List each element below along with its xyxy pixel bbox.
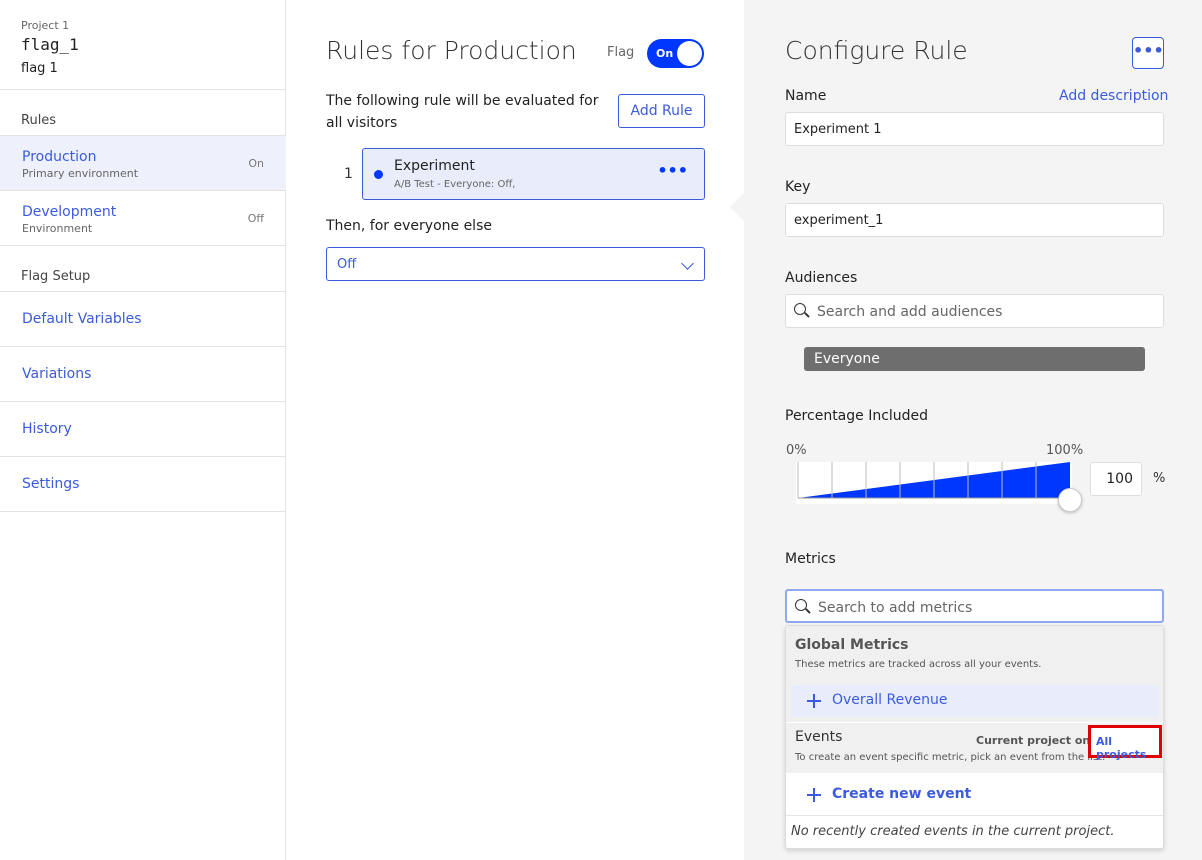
- name-label: Name: [785, 88, 827, 104]
- flag-key: flag_1: [21, 35, 79, 54]
- audiences-placeholder: Search and add audiences: [817, 304, 1003, 320]
- events-heading: Events: [795, 729, 843, 745]
- flag-toggle[interactable]: On: [647, 39, 704, 68]
- audiences-search-input[interactable]: Search and add audiences: [785, 294, 1164, 328]
- metrics-search-input[interactable]: Search to add metrics: [785, 589, 1164, 623]
- metrics-dropdown: Global Metrics These metrics are tracked…: [785, 625, 1164, 849]
- sidebar-item-default-variables[interactable]: Default Variables: [0, 292, 286, 347]
- flag-setup-heading: Flag Setup: [21, 269, 91, 284]
- slider-handle[interactable]: [1058, 488, 1082, 512]
- project-label: Project 1: [21, 19, 70, 32]
- nav-label: Variations: [22, 366, 92, 382]
- page-title: Rules for Production: [326, 36, 577, 65]
- rules-heading: Rules: [21, 113, 57, 128]
- percentage-label: Percentage Included: [785, 408, 929, 424]
- key-value: experiment_1: [794, 213, 884, 228]
- metrics-label: Metrics: [785, 551, 836, 567]
- global-metrics-heading: Global Metrics: [795, 637, 909, 653]
- env-state: On: [248, 157, 264, 170]
- sidebar-item-settings[interactable]: Settings: [0, 457, 286, 512]
- add-description-link[interactable]: Add description: [1059, 88, 1168, 104]
- create-new-event-button[interactable]: Create new event: [786, 776, 1163, 814]
- global-metrics-section: Global Metrics These metrics are tracked…: [786, 626, 1163, 722]
- events-subtitle: To create an event specific metric, pick…: [795, 752, 1106, 763]
- rules-panel: Rules for Production Flag On The followi…: [286, 0, 744, 860]
- fallback-label: Then, for everyone else: [326, 218, 492, 234]
- divider: [0, 89, 286, 90]
- rule-status-dot: [374, 170, 383, 179]
- plus-icon: [807, 788, 821, 802]
- current-project-only-filter[interactable]: Current project only: [976, 734, 1101, 747]
- percent-sign: %: [1153, 471, 1166, 486]
- pct-max-label: 100%: [1046, 443, 1084, 458]
- nav-label: Default Variables: [22, 311, 142, 327]
- rule-title: Experiment: [394, 158, 475, 174]
- flag-toggle-label: Flag: [607, 45, 635, 60]
- create-new-event-label: Create new event: [832, 786, 972, 802]
- audiences-label: Audiences: [785, 270, 858, 286]
- sidebar: Project 1 flag_1 flag 1 Rules Production…: [0, 0, 286, 860]
- plus-icon: [807, 694, 821, 708]
- all-projects-label: All projects: [1096, 735, 1147, 761]
- audience-chip-everyone[interactable]: Everyone: [804, 347, 1145, 371]
- key-label: Key: [785, 179, 811, 195]
- add-rule-button[interactable]: Add Rule: [618, 94, 705, 128]
- name-field[interactable]: Experiment 1: [785, 112, 1164, 146]
- env-name: Production: [22, 149, 97, 165]
- percentage-slider[interactable]: [796, 462, 1072, 504]
- nav-label: Settings: [22, 476, 80, 492]
- rule-number: 1: [344, 166, 353, 182]
- divider: [786, 815, 1163, 816]
- percentage-input[interactable]: 100: [1090, 462, 1142, 496]
- more-icon[interactable]: •••: [657, 161, 688, 180]
- global-metrics-subtitle: These metrics are tracked across all you…: [795, 659, 1042, 670]
- sidebar-item-production[interactable]: Production Primary environment On: [0, 136, 286, 190]
- flag-name: flag 1: [21, 61, 58, 76]
- panel-pointer: [730, 193, 744, 221]
- no-recent-events-message: No recently created events in the curren…: [791, 824, 1115, 839]
- env-subtitle: Environment: [22, 222, 93, 235]
- nav-label: History: [22, 421, 72, 437]
- sidebar-item-history[interactable]: History: [0, 402, 286, 457]
- overall-revenue-option[interactable]: Overall Revenue: [791, 685, 1159, 717]
- configure-rule-panel: Configure Rule ••• Name Add description …: [730, 0, 1202, 860]
- more-options-button[interactable]: •••: [1132, 37, 1164, 69]
- env-name: Development: [22, 204, 117, 220]
- all-projects-filter[interactable]: All projects: [1088, 725, 1162, 761]
- sidebar-item-variations[interactable]: Variations: [0, 347, 286, 402]
- toggle-state-text: On: [656, 47, 674, 60]
- key-field[interactable]: experiment_1: [785, 203, 1164, 237]
- rule-subtitle: A/B Test - Everyone: Off,: [394, 179, 516, 190]
- overall-revenue-label: Overall Revenue: [832, 692, 948, 708]
- metrics-placeholder: Search to add metrics: [818, 600, 973, 616]
- env-state: Off: [247, 212, 264, 225]
- name-value: Experiment 1: [794, 122, 882, 137]
- chevron-down-icon: [681, 257, 694, 270]
- rules-description: The following rule will be evaluated for…: [326, 93, 599, 131]
- pct-min-label: 0%: [786, 443, 807, 458]
- toggle-knob: [677, 41, 702, 66]
- search-icon: [795, 599, 807, 611]
- search-icon: [794, 303, 806, 315]
- sidebar-item-development[interactable]: Development Environment Off: [0, 191, 286, 245]
- fallback-select[interactable]: Off: [326, 247, 705, 281]
- panel-title: Configure Rule: [785, 36, 968, 65]
- rule-card[interactable]: Experiment A/B Test - Everyone: Off, •••: [362, 148, 705, 200]
- divider: [0, 245, 286, 246]
- env-subtitle: Primary environment: [22, 167, 139, 180]
- fallback-value: Off: [337, 257, 357, 272]
